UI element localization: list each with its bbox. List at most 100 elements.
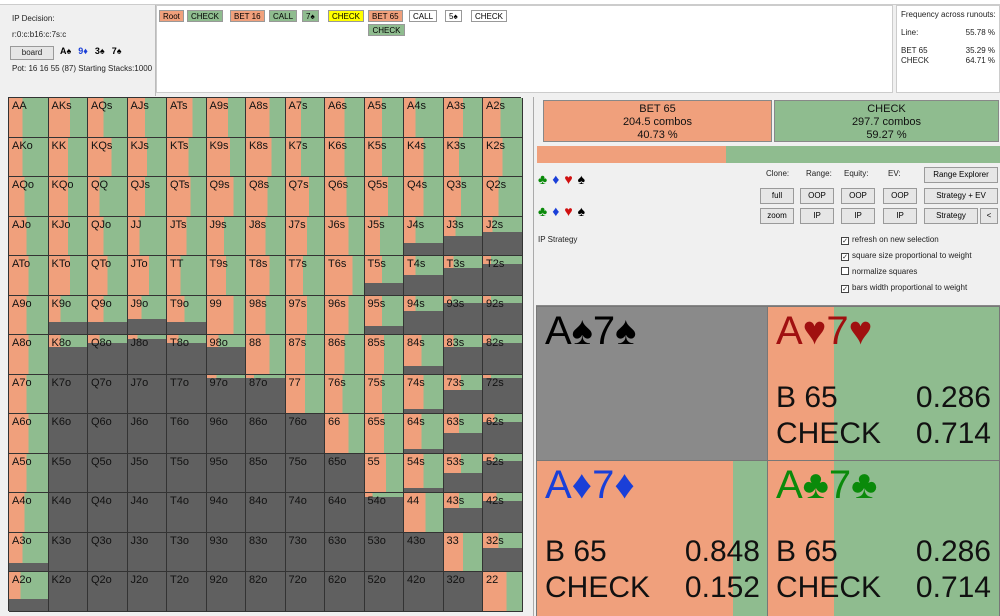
- hand-cell[interactable]: 87o: [246, 374, 286, 414]
- check-summary-box[interactable]: CHECK 297.7 combos 59.27 %: [774, 100, 999, 142]
- hand-cell[interactable]: T7o: [167, 374, 207, 414]
- checkbox-box[interactable]: ✓: [841, 237, 849, 245]
- hand-cell[interactable]: QJs: [127, 177, 167, 217]
- hand-cell[interactable]: J8s: [246, 216, 286, 256]
- hand-cell[interactable]: 72s: [483, 374, 523, 414]
- hand-cell[interactable]: 64s: [404, 414, 444, 454]
- hand-cell[interactable]: KTs: [167, 137, 207, 177]
- tree-action-node[interactable]: CALL: [409, 10, 438, 22]
- hand-cell[interactable]: KTo: [48, 256, 88, 296]
- hand-cell[interactable]: 65o: [325, 453, 365, 493]
- hand-cell[interactable]: 63o: [325, 532, 365, 572]
- hand-cell[interactable]: Q6s: [325, 177, 365, 217]
- hand-cell[interactable]: Q3s: [443, 177, 483, 217]
- hand-cell[interactable]: A9s: [206, 98, 246, 138]
- hand-cell[interactable]: 85o: [246, 453, 286, 493]
- hand-cell[interactable]: A4s: [404, 98, 444, 138]
- hand-cell[interactable]: 92o: [206, 572, 246, 612]
- hand-cell[interactable]: 96s: [325, 295, 365, 335]
- hand-cell[interactable]: 73o: [285, 532, 325, 572]
- hand-cell[interactable]: A9o: [9, 295, 49, 335]
- hand-cell[interactable]: 63s: [443, 414, 483, 454]
- hand-cell[interactable]: JJ: [127, 216, 167, 256]
- hand-cell[interactable]: 87s: [285, 335, 325, 375]
- hand-cell[interactable]: T8s: [246, 256, 286, 296]
- board-button[interactable]: board: [10, 46, 54, 60]
- tree-action-node[interactable]: 7♠: [302, 10, 319, 22]
- tree-action-node[interactable]: CHECK: [471, 10, 508, 22]
- hand-cell[interactable]: 84s: [404, 335, 444, 375]
- hand-cell[interactable]: QTs: [167, 177, 207, 217]
- hand-cell[interactable]: Q9s: [206, 177, 246, 217]
- hand-cell[interactable]: K6s: [325, 137, 365, 177]
- tree-action-node[interactable]: BET 65: [368, 10, 403, 22]
- hand-cell[interactable]: J3s: [443, 216, 483, 256]
- hand-cell[interactable]: 83o: [246, 532, 286, 572]
- hand-cell[interactable]: 97s: [285, 295, 325, 335]
- hand-cell[interactable]: Q5s: [364, 177, 404, 217]
- hand-cell[interactable]: KK: [48, 137, 88, 177]
- hand-cell[interactable]: 98s: [246, 295, 286, 335]
- hand-cell[interactable]: 76s: [325, 374, 365, 414]
- hand-cell[interactable]: 93o: [206, 532, 246, 572]
- hand-cell[interactable]: Q5o: [88, 453, 128, 493]
- hand-cell[interactable]: 55: [364, 453, 404, 493]
- hand-cell[interactable]: K7s: [285, 137, 325, 177]
- hand-cell[interactable]: K7o: [48, 374, 88, 414]
- hand-cell[interactable]: J4s: [404, 216, 444, 256]
- hand-cell[interactable]: 42o: [404, 572, 444, 612]
- ev-ip-button[interactable]: IP: [883, 208, 917, 224]
- hand-cell[interactable]: Q4s: [404, 177, 444, 217]
- hand-cell[interactable]: 76o: [285, 414, 325, 454]
- hand-cell[interactable]: 86o: [246, 414, 286, 454]
- hand-cell[interactable]: K2s: [483, 137, 523, 177]
- hand-cell[interactable]: T2o: [167, 572, 207, 612]
- hand-cell[interactable]: Q4o: [88, 493, 128, 533]
- combo-quadrant[interactable]: A♠7♠: [536, 306, 769, 462]
- hand-cell[interactable]: K9s: [206, 137, 246, 177]
- hand-cell[interactable]: J3o: [127, 532, 167, 572]
- hand-cell[interactable]: J2s: [483, 216, 523, 256]
- tree-action-node[interactable]: CHECK: [328, 10, 365, 22]
- hand-cell[interactable]: Q2s: [483, 177, 523, 217]
- hand-cell[interactable]: 84o: [246, 493, 286, 533]
- hand-cell[interactable]: T8o: [167, 335, 207, 375]
- hand-cell[interactable]: K4s: [404, 137, 444, 177]
- hand-cell[interactable]: A3o: [9, 532, 49, 572]
- range-explorer-button[interactable]: Range Explorer: [924, 167, 998, 183]
- hand-cell[interactable]: Q7s: [285, 177, 325, 217]
- hand-cell[interactable]: Q9o: [88, 295, 128, 335]
- hand-cell[interactable]: K4o: [48, 493, 88, 533]
- hand-cell[interactable]: K3s: [443, 137, 483, 177]
- hand-cell[interactable]: TT: [167, 256, 207, 296]
- tree-action-node[interactable]: Root: [159, 10, 184, 22]
- suit-icon[interactable]: ♣: [538, 171, 547, 187]
- tree-action-node[interactable]: BET 16: [230, 10, 265, 22]
- hand-cell[interactable]: 32s: [483, 532, 523, 572]
- hand-cell[interactable]: 97o: [206, 374, 246, 414]
- hand-cell[interactable]: K2o: [48, 572, 88, 612]
- hand-cell[interactable]: T5o: [167, 453, 207, 493]
- hand-cell[interactable]: 73s: [443, 374, 483, 414]
- hand-cell[interactable]: 77: [285, 374, 325, 414]
- hand-cell[interactable]: Q2o: [88, 572, 128, 612]
- bet-summary-box[interactable]: BET 65 204.5 combos 40.73 %: [543, 100, 772, 142]
- hand-cell[interactable]: Q3o: [88, 532, 128, 572]
- range-oop-button[interactable]: OOP: [800, 188, 834, 204]
- hand-cell[interactable]: K8s: [246, 137, 286, 177]
- hand-cell[interactable]: A3s: [443, 98, 483, 138]
- hand-cell[interactable]: QJo: [88, 216, 128, 256]
- hand-cell[interactable]: 85s: [364, 335, 404, 375]
- hand-cell[interactable]: A7s: [285, 98, 325, 138]
- hand-cell[interactable]: A2s: [483, 98, 523, 138]
- hand-cell[interactable]: 72o: [285, 572, 325, 612]
- hand-cell[interactable]: K5s: [364, 137, 404, 177]
- hand-cell[interactable]: 82s: [483, 335, 523, 375]
- hand-cell[interactable]: A5s: [364, 98, 404, 138]
- hand-cell[interactable]: 66: [325, 414, 365, 454]
- hand-cell[interactable]: 75o: [285, 453, 325, 493]
- hand-cell[interactable]: KJs: [127, 137, 167, 177]
- hand-cell[interactable]: 93s: [443, 295, 483, 335]
- option-checkbox[interactable]: ✓ square size proportional to weight: [841, 251, 972, 261]
- hand-cell[interactable]: 98o: [206, 335, 246, 375]
